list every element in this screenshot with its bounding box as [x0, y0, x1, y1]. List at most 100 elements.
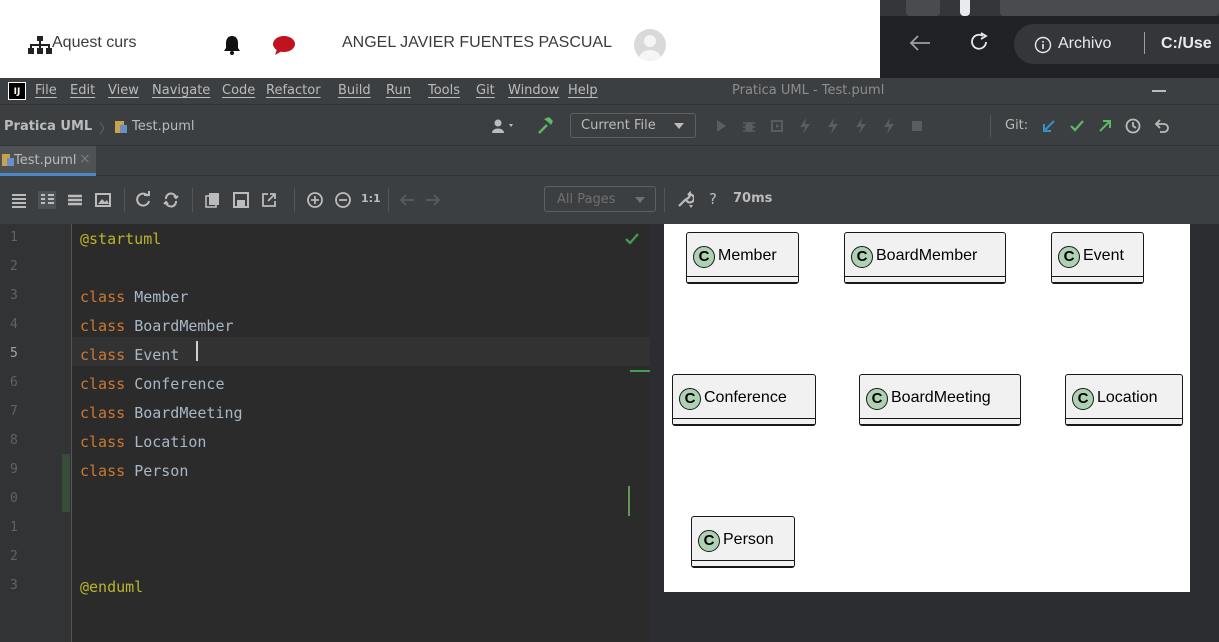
code-line: class Conference: [80, 375, 225, 393]
uml-class-boardmeeting[interactable]: C BoardMeeting: [859, 374, 1021, 426]
class-divider: [845, 276, 1005, 277]
prev-page-icon[interactable]: [398, 191, 416, 209]
toolbar-divider: [294, 188, 295, 212]
menu-file[interactable]: File: [35, 83, 57, 98]
uml-class-event[interactable]: C Event: [1051, 232, 1144, 284]
menu-view[interactable]: View: [108, 83, 139, 98]
profile-cpu-icon[interactable]: [852, 117, 870, 135]
class-header: C Event: [1052, 233, 1143, 277]
next-page-icon[interactable]: [424, 191, 442, 209]
class-divider: [692, 566, 794, 567]
browser-tab[interactable]: [1000, 0, 1219, 16]
copy-icon[interactable]: [204, 191, 222, 209]
ide-menu-bar: IJ File Edit View Navigate Code Refactor…: [0, 78, 1219, 104]
run-icon[interactable]: [712, 117, 730, 135]
refresh-icon[interactable]: [134, 191, 152, 209]
breadcrumb-separator-icon: 〉: [99, 122, 113, 137]
zoom-in-icon[interactable]: [306, 191, 324, 209]
tab-test-puml[interactable]: Test.puml ×: [0, 146, 96, 176]
run-configuration-select[interactable]: Current File: [570, 113, 696, 138]
text-caret: [196, 341, 198, 361]
editor-only-icon[interactable]: [10, 191, 28, 209]
bell-icon[interactable]: [222, 35, 242, 55]
code-editor[interactable]: 1 2 3 4 5 6 7 8 9 0 1 2 3 @startuml clas…: [0, 224, 650, 642]
line-number: 1: [10, 230, 18, 245]
breadcrumb-project[interactable]: Pratica UML: [4, 119, 92, 134]
close-icon[interactable]: ×: [79, 151, 91, 167]
pages-select[interactable]: All Pages: [544, 186, 656, 212]
debug-icon[interactable]: [740, 117, 758, 135]
zoom-out-icon[interactable]: [334, 191, 352, 209]
check-icon: [625, 233, 639, 245]
build-hammer-icon[interactable]: [536, 116, 554, 134]
image-icon[interactable]: [94, 191, 112, 209]
user-dropdown-icon[interactable]: [491, 118, 517, 134]
class-name: BoardMeeting: [891, 389, 991, 406]
menu-tools[interactable]: Tools: [428, 83, 460, 98]
breadcrumb-file[interactable]: Test.puml: [132, 119, 195, 134]
url-path[interactable]: C:/Use: [1161, 35, 1212, 53]
user-name[interactable]: ANGEL JAVIER FUENTES PASCUAL: [342, 34, 612, 52]
external-open-icon[interactable]: [260, 191, 278, 209]
git-commit-icon[interactable]: [1068, 117, 1086, 135]
rollback-icon[interactable]: [1152, 117, 1170, 135]
coverage-icon[interactable]: [768, 117, 786, 135]
class-divider: [1052, 282, 1143, 283]
menu-window[interactable]: Window: [508, 83, 559, 98]
class-name: Location: [134, 433, 207, 451]
code-line: class BoardMeeting: [80, 404, 243, 422]
actual-size-button[interactable]: 1:1: [361, 192, 381, 205]
class-divider: [1052, 276, 1143, 277]
class-name: Person: [134, 462, 189, 480]
git-update-icon[interactable]: [1040, 117, 1058, 135]
profile-memory-icon[interactable]: [880, 117, 898, 135]
profile-dropdown-icon[interactable]: [824, 117, 842, 135]
git-push-icon[interactable]: [1096, 117, 1114, 135]
line-number: 4: [10, 317, 18, 332]
sync-icon[interactable]: [162, 191, 180, 209]
line-number: 9: [10, 462, 18, 477]
minimize-icon[interactable]: [1152, 90, 1166, 92]
keyword: class: [80, 346, 126, 364]
keyword: class: [80, 375, 126, 393]
menu-build[interactable]: Build: [338, 83, 371, 98]
uml-class-conference[interactable]: C Conference: [672, 374, 816, 426]
uml-class-person[interactable]: C Person: [691, 516, 795, 568]
class-divider: [860, 418, 1020, 419]
course-link[interactable]: Aquest curs: [52, 34, 136, 52]
code-line: @startuml: [80, 230, 161, 248]
browser-tab[interactable]: [906, 0, 940, 16]
menu-navigate[interactable]: Navigate: [152, 83, 210, 98]
split-view-icon[interactable]: [38, 191, 56, 209]
menu-refactor[interactable]: Refactor: [266, 83, 321, 98]
scroll-marker: [630, 370, 650, 372]
chat-icon[interactable]: [272, 35, 296, 55]
uml-class-member[interactable]: C Member: [686, 232, 799, 284]
sitemap-icon[interactable]: [28, 36, 52, 54]
help-icon[interactable]: ?: [709, 190, 717, 208]
reload-icon[interactable]: [968, 31, 990, 53]
class-name: Event: [1083, 247, 1124, 264]
class-header: C Member: [687, 233, 798, 277]
menu-code[interactable]: Code: [222, 83, 255, 98]
avatar[interactable]: [634, 29, 666, 61]
browser-tab[interactable]: [960, 0, 970, 16]
settings-wrench-icon[interactable]: [676, 191, 694, 209]
menu-edit[interactable]: Edit: [70, 83, 95, 98]
profile-icon[interactable]: [796, 117, 814, 135]
preview-only-icon[interactable]: [66, 191, 84, 209]
menu-git[interactable]: Git: [476, 83, 495, 98]
uml-class-location[interactable]: C Location: [1065, 374, 1183, 426]
menu-run[interactable]: Run: [386, 83, 411, 98]
menu-help[interactable]: Help: [568, 83, 598, 98]
url-divider: [1144, 32, 1145, 54]
line-number: 2: [10, 549, 18, 564]
uml-class-boardmember[interactable]: C BoardMember: [844, 232, 1006, 284]
save-icon[interactable]: [232, 191, 250, 209]
history-clock-icon[interactable]: [1124, 117, 1142, 135]
info-icon[interactable]: [1034, 36, 1052, 54]
run-configuration-label: Current File: [581, 118, 656, 133]
stop-icon[interactable]: [908, 117, 926, 135]
back-arrow-icon[interactable]: [908, 33, 932, 53]
vcs-change-marker: [62, 454, 70, 512]
